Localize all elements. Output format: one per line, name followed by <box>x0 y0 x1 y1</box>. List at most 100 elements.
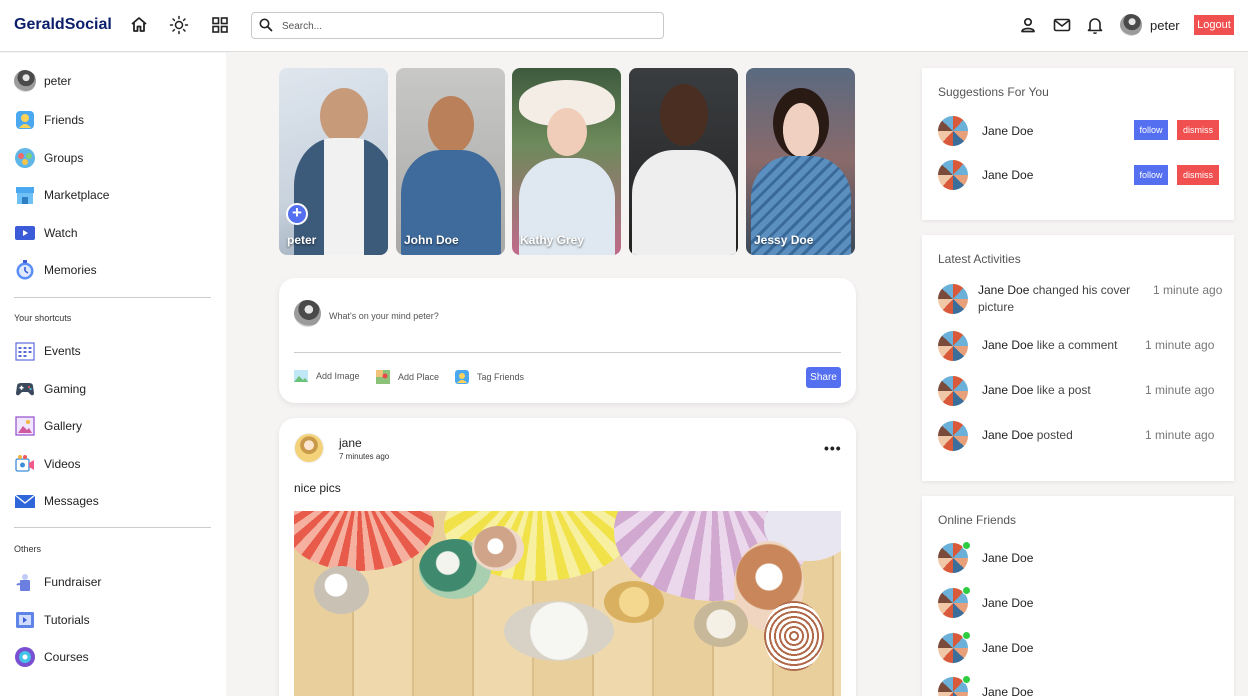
activity-action: posted <box>1036 428 1073 442</box>
post-author-name[interactable]: jane <box>339 436 362 450</box>
composer-avatar <box>294 300 321 327</box>
sidebar-item-messages[interactable]: Messages <box>14 489 99 513</box>
search-icon <box>259 18 273 32</box>
app-logo[interactable]: GeraldSocial <box>14 16 112 34</box>
sidebar-item-label: Tutorials <box>44 613 90 627</box>
sidebar-divider <box>14 297 211 298</box>
add-place-button[interactable]: Add Place <box>376 370 439 384</box>
add-image-button[interactable]: Add Image <box>294 370 360 382</box>
activity-user[interactable]: Jane Doe <box>982 383 1033 397</box>
story-card[interactable]: + peter <box>279 68 388 255</box>
sidebar-item-tutorials[interactable]: Tutorials <box>14 608 90 632</box>
sidebar-item-label: peter <box>44 74 72 88</box>
composer-input[interactable]: What's on your mind peter? <box>329 311 439 321</box>
activity-avatar[interactable] <box>938 376 968 406</box>
activity-avatar[interactable] <box>938 421 968 451</box>
fundraiser-icon <box>16 574 30 591</box>
sidebar-item-marketplace[interactable]: Marketplace <box>14 183 109 207</box>
top-navbar: GeraldSocial Search... peter Logout <box>0 0 1248 52</box>
online-status-indicator <box>962 541 971 550</box>
story-card[interactable]: Jessy Doe <box>746 68 855 255</box>
story-photo <box>427 96 474 154</box>
online-friend-avatar <box>938 586 971 618</box>
story-card[interactable]: Kathy Grey <box>512 68 621 255</box>
profile-icon[interactable] <box>1018 15 1038 35</box>
tutorials-icon <box>16 612 34 628</box>
online-friend-avatar <box>938 675 971 696</box>
courses-icon <box>15 647 35 667</box>
online-friends-title: Online Friends <box>938 513 1017 527</box>
story-photo <box>659 84 708 146</box>
post-menu-button[interactable]: ••• <box>824 440 842 456</box>
suggestion-row: Jane Doe <box>938 160 1033 190</box>
suggestion-name[interactable]: Jane Doe <box>982 124 1033 138</box>
story-card[interactable]: John Doe <box>396 68 505 255</box>
suggestion-name[interactable]: Jane Doe <box>982 168 1033 182</box>
events-icon <box>15 342 35 361</box>
messages-icon <box>14 494 36 508</box>
sidebar-item-label: Marketplace <box>44 188 110 202</box>
online-friend-row[interactable]: Jane Doe <box>938 631 1033 663</box>
suggestion-avatar[interactable] <box>938 160 968 190</box>
theme-toggle-icon[interactable] <box>169 15 189 35</box>
dismiss-button[interactable]: dismiss <box>1177 165 1219 185</box>
tag-friends-button[interactable]: Tag Friends <box>455 370 524 384</box>
suggestion-avatar[interactable] <box>938 116 968 146</box>
home-icon[interactable] <box>129 15 149 35</box>
gallery-icon <box>15 416 35 436</box>
activity-time: 1 minute ago <box>1145 428 1215 442</box>
activity-user[interactable]: Jane Doe <box>978 283 1029 297</box>
online-status-indicator <box>962 586 971 595</box>
sidebar-item-courses[interactable]: Courses <box>14 645 89 669</box>
online-friend-name: Jane Doe <box>982 685 1034 696</box>
notifications-icon[interactable] <box>1085 15 1105 35</box>
post-author-avatar[interactable] <box>294 433 324 463</box>
search-input[interactable] <box>282 17 652 35</box>
sidebar-item-events[interactable]: Events <box>14 339 81 363</box>
sidebar-item-profile[interactable]: peter <box>14 69 71 93</box>
nav-user-name[interactable]: peter <box>1150 18 1180 33</box>
add-story-button[interactable]: + <box>286 203 308 225</box>
dismiss-button[interactable]: dismiss <box>1177 120 1219 140</box>
sidebar-item-videos[interactable]: Videos <box>14 452 80 476</box>
online-friend-row[interactable]: Jane Doe <box>938 586 1033 618</box>
sidebar-item-fundraiser[interactable]: Fundraiser <box>14 570 101 594</box>
logout-button[interactable]: Logout <box>1194 15 1234 35</box>
post-image[interactable] <box>294 511 841 696</box>
follow-button[interactable]: follow <box>1134 120 1168 140</box>
nav-user-avatar[interactable] <box>1120 14 1142 36</box>
activity-user[interactable]: Jane Doe <box>982 428 1033 442</box>
activity-time: 1 minute ago <box>1153 283 1223 297</box>
mail-icon[interactable] <box>1052 15 1072 35</box>
follow-button[interactable]: follow <box>1134 165 1168 185</box>
activity-user[interactable]: Jane Doe <box>982 338 1033 352</box>
share-button[interactable]: Share <box>806 367 841 388</box>
sidebar-item-gallery[interactable]: Gallery <box>14 414 82 438</box>
story-name: peter <box>287 233 317 247</box>
apps-grid-icon[interactable] <box>210 15 230 35</box>
activity-avatar[interactable] <box>938 331 968 361</box>
post-composer: What's on your mind peter? Add Image Add… <box>279 278 856 403</box>
online-friend-row[interactable]: Jane Doe <box>938 541 1033 573</box>
sidebar-item-friends[interactable]: Friends <box>14 108 84 132</box>
online-friend-row[interactable]: Jane Doe <box>938 675 1034 696</box>
online-status-indicator <box>962 631 971 640</box>
gaming-icon <box>16 383 34 396</box>
shell-shape <box>294 511 434 571</box>
sidebar-item-watch[interactable]: Watch <box>14 221 78 245</box>
nav-user[interactable]: peter <box>1120 14 1180 36</box>
shell-shape <box>604 581 664 623</box>
activity-text: Jane Doe posted <box>982 427 1152 444</box>
sidebar-item-groups[interactable]: Groups <box>14 146 83 170</box>
activities-title: Latest Activities <box>938 252 1021 266</box>
story-name: John Doe <box>404 233 459 247</box>
sidebar-item-memories[interactable]: Memories <box>14 258 97 282</box>
sidebar-item-gaming[interactable]: Gaming <box>14 377 86 401</box>
activity-avatar[interactable] <box>938 284 968 314</box>
sidebar-item-label: Fundraiser <box>44 575 102 589</box>
tag-friends-label: Tag Friends <box>477 372 525 382</box>
story-photo <box>772 88 829 158</box>
story-card[interactable] <box>629 68 738 255</box>
others-heading: Others <box>14 544 42 554</box>
shell-shape <box>472 526 524 571</box>
